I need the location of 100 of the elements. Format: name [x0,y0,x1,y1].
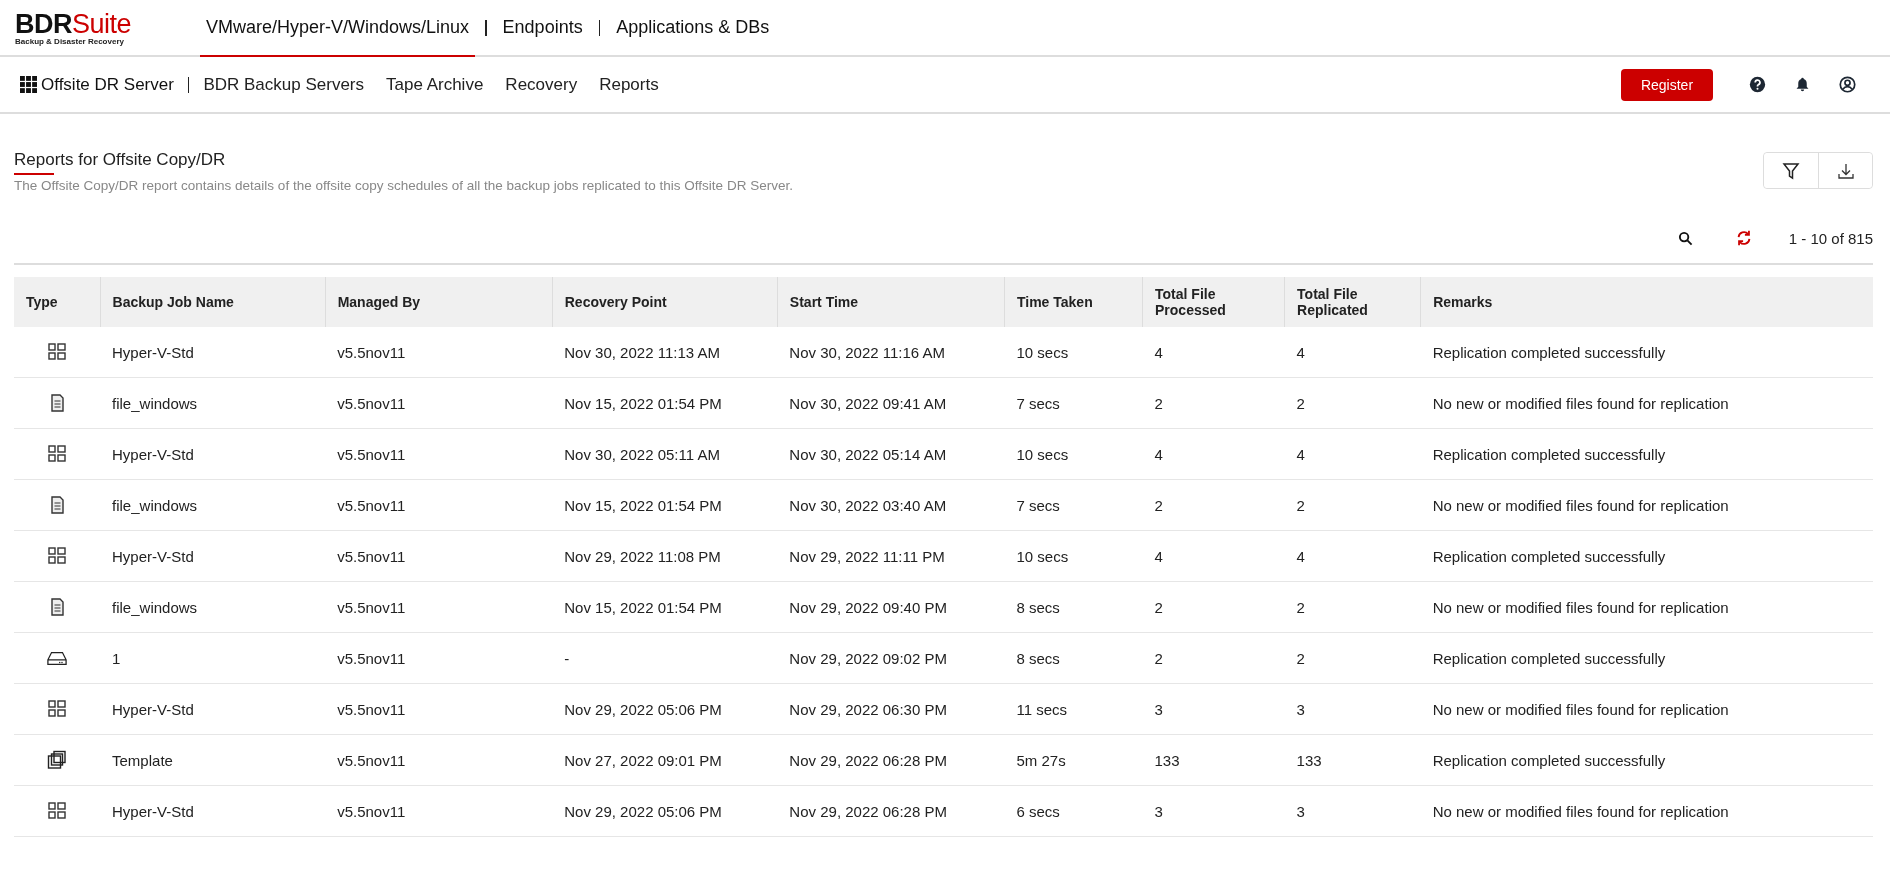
table-cell: 4 [1284,428,1421,480]
table-cell: v5.5nov11 [325,479,553,531]
table-cell: 2 [1284,581,1421,633]
vm-grid-icon [47,444,67,464]
table-cell: 2 [1142,632,1285,684]
table-cell: v5.5nov11 [325,632,553,684]
table-cell: Replication completed successfully [1420,734,1873,786]
table-cell: Hyper-V-Std [100,785,326,837]
product-name[interactable]: Offsite DR Server [41,74,174,95]
table-cell: Nov 29, 2022 06:28 PM [777,785,1005,837]
table-cell: Nov 30, 2022 11:16 AM [777,327,1005,378]
column-header: Remarks [1420,277,1873,327]
table-cell: - [552,632,778,684]
table-cell: Nov 29, 2022 11:08 PM [552,530,778,582]
table-cell: Nov 27, 2022 09:01 PM [552,734,778,786]
table-cell: 4 [1142,428,1285,480]
page-title: Reports for Offsite Copy/DR [14,150,227,170]
column-header: Type [14,277,101,327]
table-cell: v5.5nov11 [325,581,553,633]
table-cell: v5.5nov11 [325,683,553,735]
table-cell: No new or modified files found for replication [1420,683,1873,735]
table-cell: Nov 29, 2022 11:11 PM [777,530,1005,582]
table-cell: 4 [1284,530,1421,582]
table-cell: 2 [1284,377,1421,429]
table-cell: 2 [1284,479,1421,531]
pagination-label: 1 - 10 of 815 [1788,229,1873,247]
table-cell: 3 [1142,785,1285,837]
vm-grid-icon [47,801,67,821]
column-header: Start Time [777,277,1005,327]
table-cell: No new or modified files found for replication [1420,377,1873,429]
table-cell: Nov 15, 2022 01:54 PM [552,479,778,531]
column-header: Total File Replicated [1284,277,1421,327]
column-header: Time Taken [1004,277,1143,327]
table-cell: Nov 30, 2022 03:40 AM [777,479,1005,531]
table-cell: Hyper-V-Std [100,683,326,735]
register-button[interactable]: Register [1621,68,1713,101]
table-cell: 2 [1284,632,1421,684]
table-cell: No new or modified files found for replication [1420,479,1873,531]
table-cell: file_windows [100,479,326,531]
nav-link[interactable]: BDR Backup Servers [203,74,364,95]
table-cell: 1 [100,632,326,684]
nav-link[interactable]: Reports [599,74,659,95]
nav-link[interactable]: Tape Archive [386,74,484,95]
search-icon[interactable] [1677,230,1693,246]
table-cell: 5m 27s [1004,734,1143,786]
table-cell: Nov 15, 2022 01:54 PM [552,377,778,429]
table-cell: No new or modified files found for replication [1420,785,1873,837]
table-cell: Template [100,734,326,786]
filter-icon [1781,160,1801,181]
table-cell: Nov 29, 2022 05:06 PM [552,785,778,837]
table-cell: 10 secs [1004,428,1143,480]
column-header: Backup Job Name [100,277,326,327]
column-header: Total File Processed [1142,277,1285,327]
table-cell: file_windows [100,581,326,633]
table-cell: v5.5nov11 [325,428,553,480]
table-cell: 10 secs [1004,530,1143,582]
vm-grid-icon [47,342,67,362]
table-cell: 8 secs [1004,581,1143,633]
table-cell: 7 secs [1004,377,1143,429]
table-cell: Replication completed successfully [1420,428,1873,480]
table-cell: Hyper-V-Std [100,530,326,582]
vm-grid-icon [47,699,67,719]
table-cell: v5.5nov11 [325,785,553,837]
table-cell: v5.5nov11 [325,530,553,582]
product-tab[interactable]: Applications & DBs [610,0,776,57]
table-cell: 7 secs [1004,479,1143,531]
table-cell: 2 [1142,377,1285,429]
nav-link[interactable]: Recovery [505,74,578,95]
table-cell: Nov 29, 2022 09:40 PM [777,581,1005,633]
table-cell: 4 [1142,327,1285,378]
table-cell: Nov 30, 2022 09:41 AM [777,377,1005,429]
app-grid-icon[interactable] [20,76,37,93]
table-cell: 3 [1142,683,1285,735]
table-cell: Nov 30, 2022 11:13 AM [552,327,778,378]
column-header: Managed By [325,277,553,327]
table-cell: 10 secs [1004,327,1143,378]
table-cell: v5.5nov11 [325,327,553,378]
download-button[interactable] [1818,153,1872,188]
stacked-squares-icon [47,750,67,770]
table-cell: Nov 15, 2022 01:54 PM [552,581,778,633]
bdrsuite-logo: BDRSuite Backup & Disaster Recovery [14,8,133,48]
table-cell: 3 [1284,683,1421,735]
table-cell: 3 [1284,785,1421,837]
product-tab[interactable]: VMware/Hyper-V/Windows/Linux [200,0,476,57]
table-cell: Nov 29, 2022 06:30 PM [777,683,1005,735]
column-header: Recovery Point [552,277,778,327]
user-icon[interactable] [1839,76,1856,93]
product-tab[interactable]: Endpoints [496,0,589,57]
table-cell: 133 [1142,734,1285,786]
table-cell: 11 secs [1004,683,1143,735]
table-cell: No new or modified files found for replication [1420,581,1873,633]
table-cell: Nov 29, 2022 09:02 PM [777,632,1005,684]
table-cell: Replication completed successfully [1420,530,1873,582]
table-cell: Replication completed successfully [1420,327,1873,378]
table-cell: 2 [1142,581,1285,633]
table-cell: 4 [1284,327,1421,378]
bell-icon[interactable] [1794,76,1811,93]
table-cell: v5.5nov11 [325,377,553,429]
table-cell: file_windows [100,377,326,429]
help-icon[interactable] [1749,76,1766,93]
